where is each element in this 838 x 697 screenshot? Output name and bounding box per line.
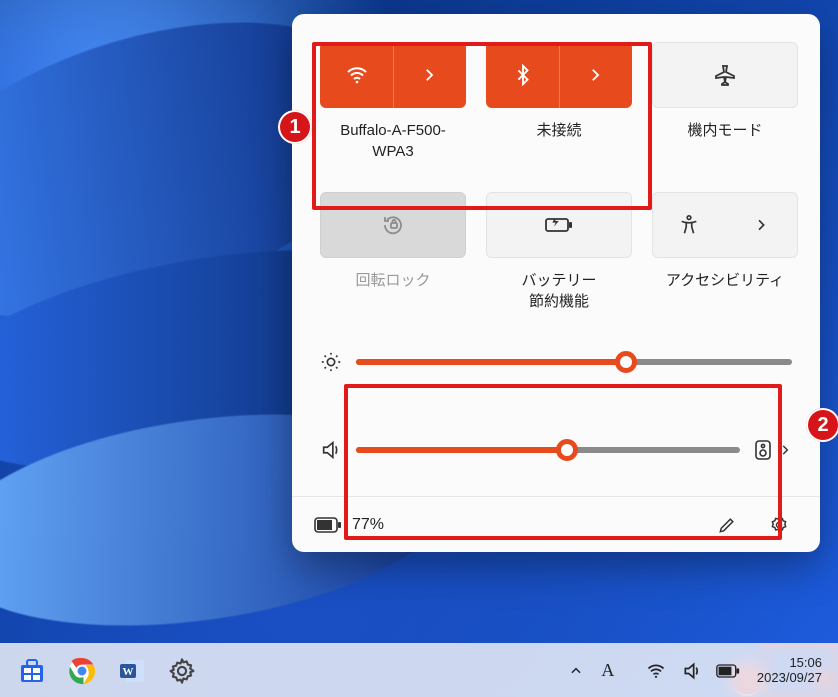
- accessibility-icon: [678, 214, 700, 236]
- store-icon: [17, 656, 47, 686]
- brightness-icon: [320, 351, 342, 373]
- clock-time: 15:06: [757, 656, 822, 671]
- system-tray: A 15:06 2023/09/27: [561, 649, 828, 693]
- taskbar-store-button[interactable]: [10, 649, 54, 693]
- wifi-tile-label: Buffalo-A-F500- WPA3: [340, 120, 446, 162]
- gear-icon: [168, 657, 196, 685]
- volume-slider[interactable]: [356, 447, 740, 453]
- pencil-icon: [717, 515, 737, 535]
- bluetooth-icon: [512, 64, 534, 86]
- tray-ime-button[interactable]: A: [593, 649, 623, 693]
- svg-text:W: W: [123, 666, 134, 678]
- battery-icon: [314, 517, 342, 533]
- tray-clock[interactable]: 15:06 2023/09/27: [757, 656, 822, 686]
- chevron-right-icon: [420, 66, 438, 84]
- brightness-slider[interactable]: [356, 359, 792, 365]
- gear-icon: [769, 515, 789, 535]
- brightness-row: [320, 340, 792, 384]
- chrome-icon: [67, 656, 97, 686]
- bluetooth-toggle[interactable]: [487, 43, 559, 107]
- tray-overflow-button[interactable]: [561, 649, 591, 693]
- audio-output-icon[interactable]: [754, 439, 772, 461]
- accessibility-tile-label: アクセシビリティ: [666, 270, 784, 310]
- bluetooth-tile-label: 未接続: [536, 120, 581, 160]
- chevron-right-icon: [586, 66, 604, 84]
- accessibility-expand[interactable]: [725, 193, 797, 257]
- chevron-right-icon: [753, 217, 769, 233]
- edit-quick-settings-button[interactable]: [708, 506, 746, 544]
- bluetooth-tile[interactable]: [486, 42, 632, 108]
- taskbar-chrome-button[interactable]: [60, 649, 104, 693]
- airplane-mode-tile[interactable]: [652, 42, 798, 108]
- quick-settings-row-1: Buffalo-A-F500- WPA3: [320, 42, 792, 162]
- chevron-right-icon[interactable]: [778, 443, 792, 457]
- accessibility-toggle[interactable]: [653, 193, 725, 257]
- volume-icon: [320, 439, 342, 461]
- wifi-icon: [646, 661, 666, 681]
- bluetooth-expand[interactable]: [560, 43, 632, 107]
- ime-icon: A: [601, 660, 614, 681]
- rotation-lock-icon: [381, 213, 405, 237]
- sliders-section: [320, 340, 792, 472]
- battery-saver-tile[interactable]: [486, 192, 632, 258]
- tray-battery-button[interactable]: [711, 649, 745, 693]
- volume-row: [320, 428, 792, 472]
- quick-settings-row-2: 回転ロック バッテリー 節約機能: [320, 192, 792, 312]
- wifi-toggle[interactable]: [321, 43, 393, 107]
- chevron-up-icon: [569, 664, 583, 678]
- wifi-icon: [345, 63, 369, 87]
- battery-saver-icon: [544, 214, 574, 236]
- rotation-lock-tile-label: 回転ロック: [355, 270, 430, 310]
- rotation-lock-tile: [320, 192, 466, 258]
- clock-date: 2023/09/27: [757, 671, 822, 686]
- battery-percent-label: 77%: [352, 516, 384, 534]
- taskbar-settings-button[interactable]: [160, 649, 204, 693]
- airplane-icon: [713, 63, 737, 87]
- taskbar: W A 15:06 2023/09/27: [0, 643, 838, 697]
- battery-status[interactable]: 77%: [314, 516, 384, 534]
- tray-volume-button[interactable]: [675, 649, 709, 693]
- wifi-tile[interactable]: [320, 42, 466, 108]
- wifi-expand[interactable]: [394, 43, 466, 107]
- quick-settings-footer: 77%: [292, 496, 820, 552]
- volume-icon: [682, 661, 702, 681]
- battery-saver-tile-label: バッテリー 節約機能: [521, 270, 596, 312]
- quick-settings-panel: Buffalo-A-F500- WPA3: [292, 14, 820, 552]
- open-settings-button[interactable]: [760, 506, 798, 544]
- accessibility-tile[interactable]: [652, 192, 798, 258]
- battery-icon: [716, 664, 740, 678]
- word-icon: W: [117, 656, 147, 686]
- taskbar-word-button[interactable]: W: [110, 649, 154, 693]
- airplane-mode-tile-label: 機内モード: [687, 120, 762, 160]
- tray-wifi-button[interactable]: [639, 649, 673, 693]
